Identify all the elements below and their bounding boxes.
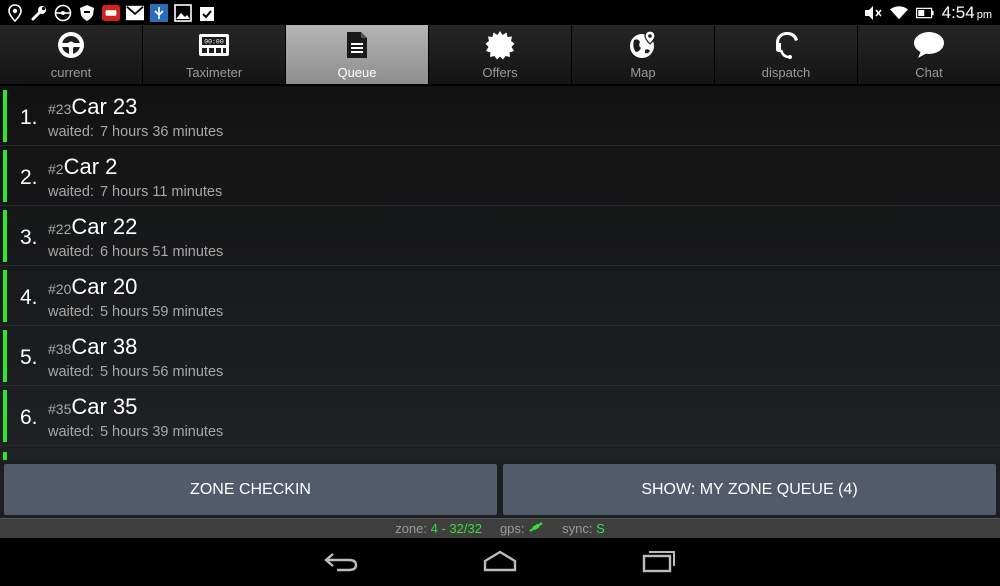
action-bar: ZONE CHECKIN SHOW: MY ZONE QUEUE (4) — [0, 460, 1000, 518]
shield-icon — [78, 4, 96, 22]
queue-position: 4. — [20, 286, 38, 309]
gmail-icon — [126, 4, 144, 22]
car-title: #20Car 20 — [48, 274, 137, 300]
queue-position: 1. — [20, 106, 38, 129]
headset-icon — [770, 30, 802, 60]
steering-wheel-icon — [55, 30, 87, 60]
queue-item[interactable]: 3. #22Car 22 waited: 6 hours 51 minutes — [0, 206, 1000, 266]
taximeter-icon: 00:00 — [198, 30, 230, 60]
car-id: #20 — [48, 281, 72, 297]
status-indicator — [3, 330, 7, 382]
status-indicator — [3, 90, 7, 142]
tab-label: Offers — [482, 65, 518, 80]
home-button[interactable] — [470, 548, 530, 578]
wrench-icon — [30, 4, 48, 22]
queue-item[interactable]: 2. #2Car 2 waited: 7 hours 11 minutes — [0, 146, 1000, 206]
speech-bubble-icon — [913, 30, 945, 60]
status-indicator — [3, 452, 7, 460]
queue-item[interactable]: 4. #20Car 20 waited: 5 hours 59 minutes — [0, 266, 1000, 326]
gps-satellite-icon — [528, 521, 544, 536]
tab-bar: current 00:00 Taximeter Queue Offers Map… — [0, 25, 1000, 84]
starburst-icon — [484, 30, 516, 60]
car-id: #23 — [48, 101, 72, 117]
queue-list[interactable]: 1. #23Car 23 waited: 7 hours 36 minutes 2… — [0, 86, 1000, 460]
waited-time: waited: 7 hours 36 minutes — [48, 124, 224, 140]
back-icon — [323, 550, 359, 577]
status-bar: 4:54 pm — [0, 0, 1000, 25]
car-title: #22Car 22 — [48, 214, 137, 240]
car-name: Car 35 — [71, 394, 138, 419]
tab-label: dispatch — [761, 65, 811, 80]
back-button[interactable] — [311, 548, 371, 578]
zone-label: zone: — [395, 521, 427, 536]
steering-icon — [54, 4, 72, 22]
document-icon — [341, 30, 373, 60]
queue-position: 2. — [20, 166, 38, 189]
mute-icon — [864, 4, 882, 22]
car-title: #35Car 35 — [48, 394, 137, 420]
tab-queue[interactable]: Queue — [286, 25, 429, 84]
home-icon — [482, 550, 518, 577]
tab-label: Taximeter — [185, 65, 243, 80]
car-title: #2Car 2 — [48, 154, 117, 180]
car-id: #35 — [48, 401, 72, 417]
tab-label: current — [50, 65, 92, 80]
tab-taximeter[interactable]: 00:00 Taximeter — [143, 25, 286, 84]
queue-item[interactable]: 5. #38Car 38 waited: 5 hours 56 minutes — [0, 326, 1000, 386]
recents-button[interactable] — [629, 548, 689, 578]
tab-chat[interactable]: Chat — [858, 25, 1000, 84]
tab-label: Map — [630, 65, 656, 80]
recents-icon — [641, 549, 677, 578]
info-bar: zone: 4 - 32/32 gps: sync: S — [0, 518, 1000, 538]
car-name: Car 23 — [71, 94, 138, 119]
navigation-bar — [0, 538, 1000, 586]
battery-charging-icon — [915, 4, 934, 22]
zone-checkin-button[interactable]: ZONE CHECKIN — [4, 464, 497, 515]
status-indicator — [3, 210, 7, 262]
tab-current[interactable]: current — [0, 25, 143, 84]
car-name: Car 22 — [71, 214, 138, 239]
tab-label: Chat — [915, 65, 943, 80]
svg-text:00:00: 00:00 — [204, 39, 224, 46]
sync-label: sync: — [562, 521, 593, 536]
tab-map[interactable]: Map — [572, 25, 715, 84]
queue-position: 3. — [20, 226, 38, 249]
waited-time: waited: 5 hours 59 minutes — [48, 304, 224, 320]
tab-label: Queue — [337, 65, 377, 80]
car-id: #22 — [48, 221, 72, 237]
queue-position: 5. — [20, 346, 38, 369]
taxi-app-icon — [102, 4, 120, 22]
sync-status: S — [596, 521, 605, 536]
queue-item[interactable]: 6. #35Car 35 waited: 5 hours 39 minutes — [0, 386, 1000, 446]
car-name: Car 2 — [63, 154, 118, 179]
usb-icon — [150, 3, 168, 22]
tab-offers[interactable]: Offers — [429, 25, 572, 84]
status-indicator — [3, 150, 7, 202]
waited-time: waited: 6 hours 51 minutes — [48, 244, 224, 260]
status-indicator — [3, 270, 7, 322]
globe-pin-icon — [627, 30, 659, 60]
gps-label: gps: — [499, 521, 525, 536]
car-title: #38Car 38 — [48, 334, 137, 360]
waited-time: waited: 5 hours 56 minutes — [48, 364, 224, 380]
car-id: #38 — [48, 341, 72, 357]
queue-item[interactable]: 1. #23Car 23 waited: 7 hours 36 minutes — [0, 86, 1000, 146]
car-title: #23Car 23 — [48, 94, 137, 120]
car-id: #2 — [48, 161, 64, 177]
waited-time: waited: 7 hours 11 minutes — [48, 184, 223, 200]
clock: 4:54 pm — [941, 2, 992, 22]
location-pin-icon — [6, 3, 24, 22]
queue-position: 6. — [20, 406, 38, 429]
status-indicator — [3, 390, 7, 442]
wifi-icon — [889, 4, 908, 22]
car-name: Car 38 — [71, 334, 138, 359]
gallery-icon — [174, 3, 192, 22]
show-zone-queue-button[interactable]: SHOW: MY ZONE QUEUE (4) — [503, 464, 996, 515]
tab-dispatch[interactable]: dispatch — [715, 25, 858, 84]
clipboard-check-icon — [198, 4, 216, 22]
zone-value: 4 - 32/32 — [430, 521, 482, 536]
car-name: Car 20 — [71, 274, 138, 299]
waited-time: waited: 5 hours 39 minutes — [48, 424, 224, 440]
